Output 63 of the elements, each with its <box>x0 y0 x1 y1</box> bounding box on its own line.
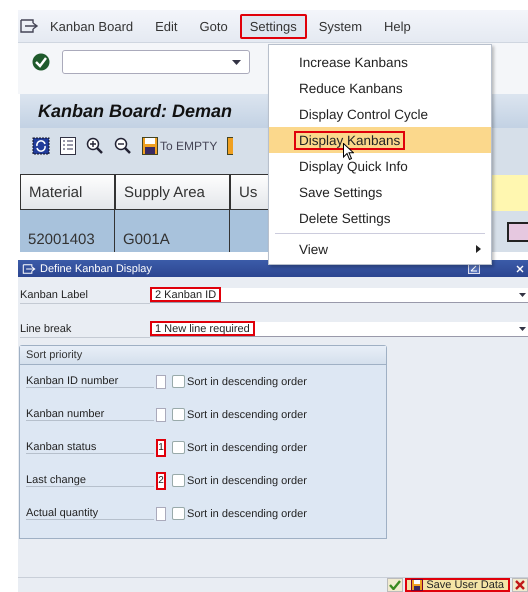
menu-item[interactable]: View <box>269 236 491 262</box>
refresh-icon[interactable] <box>32 137 50 155</box>
menu-icon[interactable] <box>20 19 38 33</box>
column-header[interactable]: Material <box>20 174 115 210</box>
field-value: 1 New line required <box>150 321 255 336</box>
checkbox[interactable] <box>172 507 185 520</box>
dropdown-arrow-icon <box>519 326 526 330</box>
menu-bar-item[interactable]: System <box>308 14 372 38</box>
checkbox-label: Sort in descending order <box>187 508 307 520</box>
checkbox[interactable] <box>172 441 185 454</box>
field-label: Kanban number <box>26 408 154 421</box>
dropdown-arrow-icon <box>232 60 241 64</box>
table-header-background <box>490 175 528 211</box>
field-label: Line break <box>20 320 150 338</box>
dropdown-field[interactable]: 1 New line required <box>150 322 528 336</box>
field-label: Last change <box>26 474 154 487</box>
priority-field[interactable] <box>156 408 166 422</box>
priority-field[interactable]: 2 <box>156 472 166 490</box>
field-label: Kanban status <box>26 441 154 454</box>
close-icon[interactable] <box>516 264 524 272</box>
checkbox-label: Sort in descending order <box>187 408 307 420</box>
field-label: Kanban ID number <box>26 375 154 388</box>
command-field[interactable] <box>62 50 250 74</box>
menu-item[interactable]: Reduce Kanbans <box>269 75 491 101</box>
submenu-arrow-icon <box>476 245 481 253</box>
check-icon[interactable] <box>32 53 50 71</box>
dialog-title: Define Kanban Display <box>40 262 152 274</box>
checkbox-label: Sort in descending order <box>187 474 307 486</box>
field-label: Actual quantity <box>26 507 154 520</box>
checkbox[interactable] <box>172 375 185 388</box>
group-title: Sort priority <box>20 346 386 365</box>
field-label: Kanban Label <box>20 286 150 304</box>
menu-bar-item[interactable]: Edit <box>145 14 188 38</box>
zoom-out-icon[interactable] <box>114 137 132 155</box>
list-icon[interactable] <box>60 137 76 155</box>
save-button[interactable]: Save User Data <box>405 578 510 592</box>
menu-bar-item[interactable]: Goto <box>190 14 238 38</box>
priority-field[interactable] <box>156 374 166 388</box>
dropdown-field[interactable]: 2 Kanban ID <box>150 288 528 302</box>
checkbox[interactable] <box>172 408 185 421</box>
priority-field[interactable]: 1 <box>156 438 166 456</box>
dropdown-arrow-icon <box>519 292 526 296</box>
screen-title: Kanban Board: Deman <box>38 100 232 122</box>
checkbox[interactable] <box>172 474 185 487</box>
checkbox-label: Sort in descending order <box>187 376 307 388</box>
kanban-card <box>507 222 528 242</box>
priority-field[interactable] <box>156 506 166 520</box>
table-cell: G001A <box>115 210 230 252</box>
cancel-button[interactable] <box>512 578 528 592</box>
menu-item[interactable]: Display Control Cycle <box>269 101 491 127</box>
menu-bar-item[interactable]: Help <box>374 14 421 38</box>
column-header[interactable]: Supply Area <box>115 174 230 210</box>
close-icon <box>515 580 525 590</box>
menu-bar-item[interactable]: Kanban Board <box>40 14 144 38</box>
check-icon <box>389 580 402 590</box>
table-cell: 52001403 <box>20 210 115 252</box>
to-empty-button[interactable]: To EMPTY <box>142 137 218 155</box>
confirm-button[interactable] <box>387 578 404 592</box>
menu-item[interactable]: Display Kanbans <box>269 127 491 153</box>
checkbox-label: Sort in descending order <box>187 442 307 454</box>
zoom-in-icon[interactable] <box>86 137 104 155</box>
field-value: 2 Kanban ID <box>150 287 222 302</box>
menu-bar-item[interactable]: Settings <box>240 14 307 38</box>
